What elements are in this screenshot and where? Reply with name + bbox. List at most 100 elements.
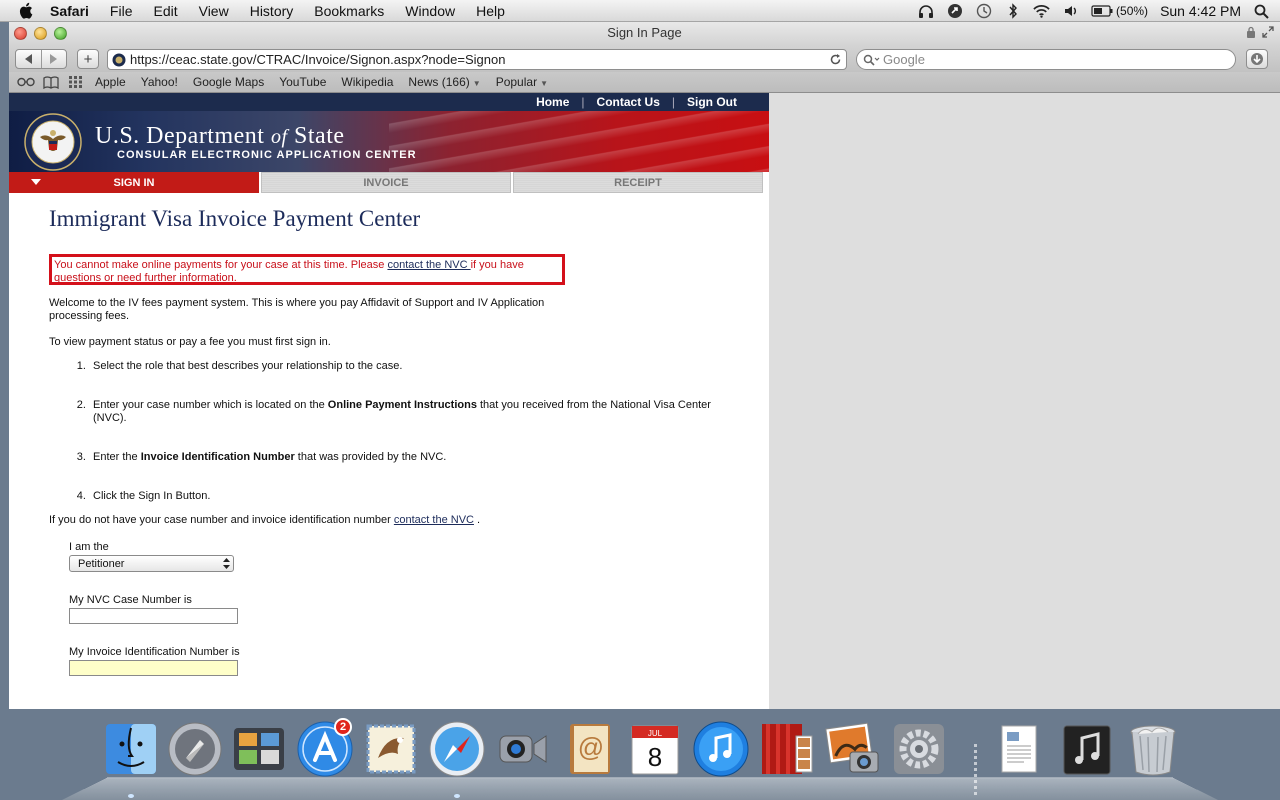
department-seal-icon[interactable] — [24, 113, 82, 171]
menu-window[interactable]: Window — [405, 3, 455, 19]
volume-icon[interactable] — [1062, 3, 1079, 19]
menu-edit[interactable]: Edit — [153, 3, 177, 19]
finder-icon[interactable] — [102, 720, 160, 778]
browser-toolbar: + https://ceac.state.gov/CTRAC/Invoice/S… — [9, 46, 1280, 72]
tab-receipt[interactable]: RECEIPT — [513, 172, 763, 193]
select-arrows-icon — [223, 558, 230, 569]
itunes-icon[interactable] — [692, 720, 750, 778]
tab-sign-in[interactable]: SIGN IN — [9, 172, 259, 193]
app-store-badge: 2 — [334, 718, 352, 736]
forward-button[interactable] — [40, 50, 67, 68]
site-top-nav: Home | Contact Us | Sign Out — [9, 93, 769, 111]
address-bar[interactable]: https://ceac.state.gov/CTRAC/Invoice/Sig… — [107, 49, 847, 70]
safari-icon[interactable] — [428, 720, 486, 778]
menu-history[interactable]: History — [250, 3, 294, 19]
menu-file[interactable]: File — [110, 3, 133, 19]
trash-icon[interactable] — [1124, 720, 1182, 778]
back-forward-buttons — [15, 49, 67, 69]
contact-nvc-link-2[interactable]: contact the NVC — [394, 514, 474, 526]
progress-tabs: SIGN IN INVOICE RECEIPT — [9, 172, 769, 194]
time-machine-icon[interactable] — [975, 3, 992, 19]
mission-control-icon[interactable] — [230, 720, 288, 778]
minimize-window-button[interactable] — [34, 27, 47, 40]
invoice-number-label: My Invoice Identification Number is — [69, 646, 240, 658]
page-background — [769, 93, 1280, 709]
no-case-text: . — [473, 514, 481, 526]
reading-list-icon[interactable] — [17, 75, 35, 89]
photo-booth-icon[interactable] — [758, 720, 816, 778]
address-book-icon[interactable]: @ — [560, 720, 618, 778]
menu-bookmarks[interactable]: Bookmarks — [314, 3, 384, 19]
iphoto-icon[interactable] — [824, 720, 882, 778]
sync-icon[interactable] — [946, 3, 963, 19]
bookmarks-book-icon[interactable] — [43, 75, 61, 89]
close-window-button[interactable] — [14, 27, 27, 40]
step-item: Select the role that best describes your… — [89, 360, 729, 399]
case-number-input[interactable] — [69, 608, 238, 624]
no-case-text: If you do not have your case number and … — [49, 514, 394, 526]
safari-window: Sign In Page + https://ceac.state.gov/CT… — [9, 22, 1280, 709]
fullscreen-icon[interactable] — [1262, 26, 1274, 38]
menu-app-name[interactable]: Safari — [50, 3, 89, 19]
error-text: You cannot make online payments for your… — [54, 259, 388, 271]
dock: 2 @ JUL 8 — [62, 714, 1218, 800]
calendar-icon[interactable]: JUL 8 — [626, 720, 684, 778]
bluetooth-icon[interactable] — [1004, 3, 1021, 19]
menu-help[interactable]: Help — [476, 3, 505, 19]
music-folder-icon[interactable] — [1058, 720, 1116, 778]
bookmark-news-folder[interactable]: News (166) ▼ — [408, 75, 480, 89]
tab-invoice[interactable]: INVOICE — [261, 172, 511, 193]
nav-home-link[interactable]: Home — [524, 95, 581, 109]
bookmark-popular-folder[interactable]: Popular ▼ — [496, 75, 548, 89]
site-favicon-icon — [112, 53, 126, 66]
search-field[interactable]: Google — [856, 49, 1236, 70]
bookmark-apple[interactable]: Apple — [95, 75, 126, 89]
bookmark-wikipedia[interactable]: Wikipedia — [341, 75, 393, 89]
nav-sign-out-link[interactable]: Sign Out — [675, 95, 749, 109]
launchpad-icon[interactable] — [166, 720, 224, 778]
page-title: Immigrant Visa Invoice Payment Center — [49, 206, 421, 231]
steps-list: Select the role that best describes your… — [49, 360, 729, 514]
step-item: Click the Sign In Button. — [89, 490, 729, 514]
tab-sign-in-label: SIGN IN — [113, 176, 155, 189]
contact-nvc-link[interactable]: contact the NVC — [387, 259, 470, 271]
bookmark-youtube[interactable]: YouTube — [279, 75, 326, 89]
bookmark-yahoo[interactable]: Yahoo! — [141, 75, 178, 89]
dept-name-of: of — [270, 126, 288, 148]
search-placeholder: Google — [883, 52, 925, 67]
sign-in-instruction: To view payment status or pay a fee you … — [49, 336, 331, 348]
menu-view[interactable]: View — [199, 3, 229, 19]
spotlight-search-icon[interactable] — [1253, 3, 1270, 19]
zoom-window-button[interactable] — [54, 27, 67, 40]
tab-invoice-label: INVOICE — [363, 176, 409, 189]
dept-name-part: U.S. Department — [95, 123, 271, 149]
dept-name-part: State — [287, 123, 345, 149]
top-sites-grid-icon[interactable] — [69, 75, 87, 89]
menu-clock[interactable]: Sun 4:42 PM — [1160, 3, 1241, 19]
add-bookmark-button[interactable]: + — [77, 49, 99, 69]
invoice-number-input[interactable] — [69, 660, 238, 676]
nav-contact-us-link[interactable]: Contact Us — [585, 95, 672, 109]
system-preferences-icon[interactable] — [890, 720, 948, 778]
title-bar: Sign In Page — [9, 22, 1280, 46]
document-stack-icon[interactable] — [992, 720, 1050, 778]
back-button[interactable] — [16, 50, 41, 68]
app-store-dock-item[interactable]: 2 — [296, 718, 354, 778]
apple-menu-icon[interactable] — [18, 2, 36, 20]
running-indicator — [454, 794, 460, 798]
downloads-button[interactable] — [1246, 49, 1268, 69]
reload-icon[interactable] — [829, 53, 842, 66]
plus-icon: + — [83, 50, 93, 68]
headphones-icon[interactable] — [917, 3, 934, 19]
wifi-icon[interactable] — [1033, 3, 1050, 19]
url-text: https://ceac.state.gov/CTRAC/Invoice/Sig… — [130, 52, 506, 67]
bookmark-google-maps[interactable]: Google Maps — [193, 75, 264, 89]
mail-icon[interactable] — [362, 720, 420, 778]
dock-shelf — [62, 777, 1218, 800]
calendar-day: 8 — [648, 742, 662, 772]
battery-status[interactable]: (50%) — [1091, 4, 1148, 18]
chevron-down-icon: ▼ — [472, 79, 481, 88]
facetime-icon[interactable] — [494, 720, 552, 778]
chevron-down-icon: ▼ — [540, 79, 548, 88]
role-select[interactable]: Petitioner — [69, 555, 234, 572]
